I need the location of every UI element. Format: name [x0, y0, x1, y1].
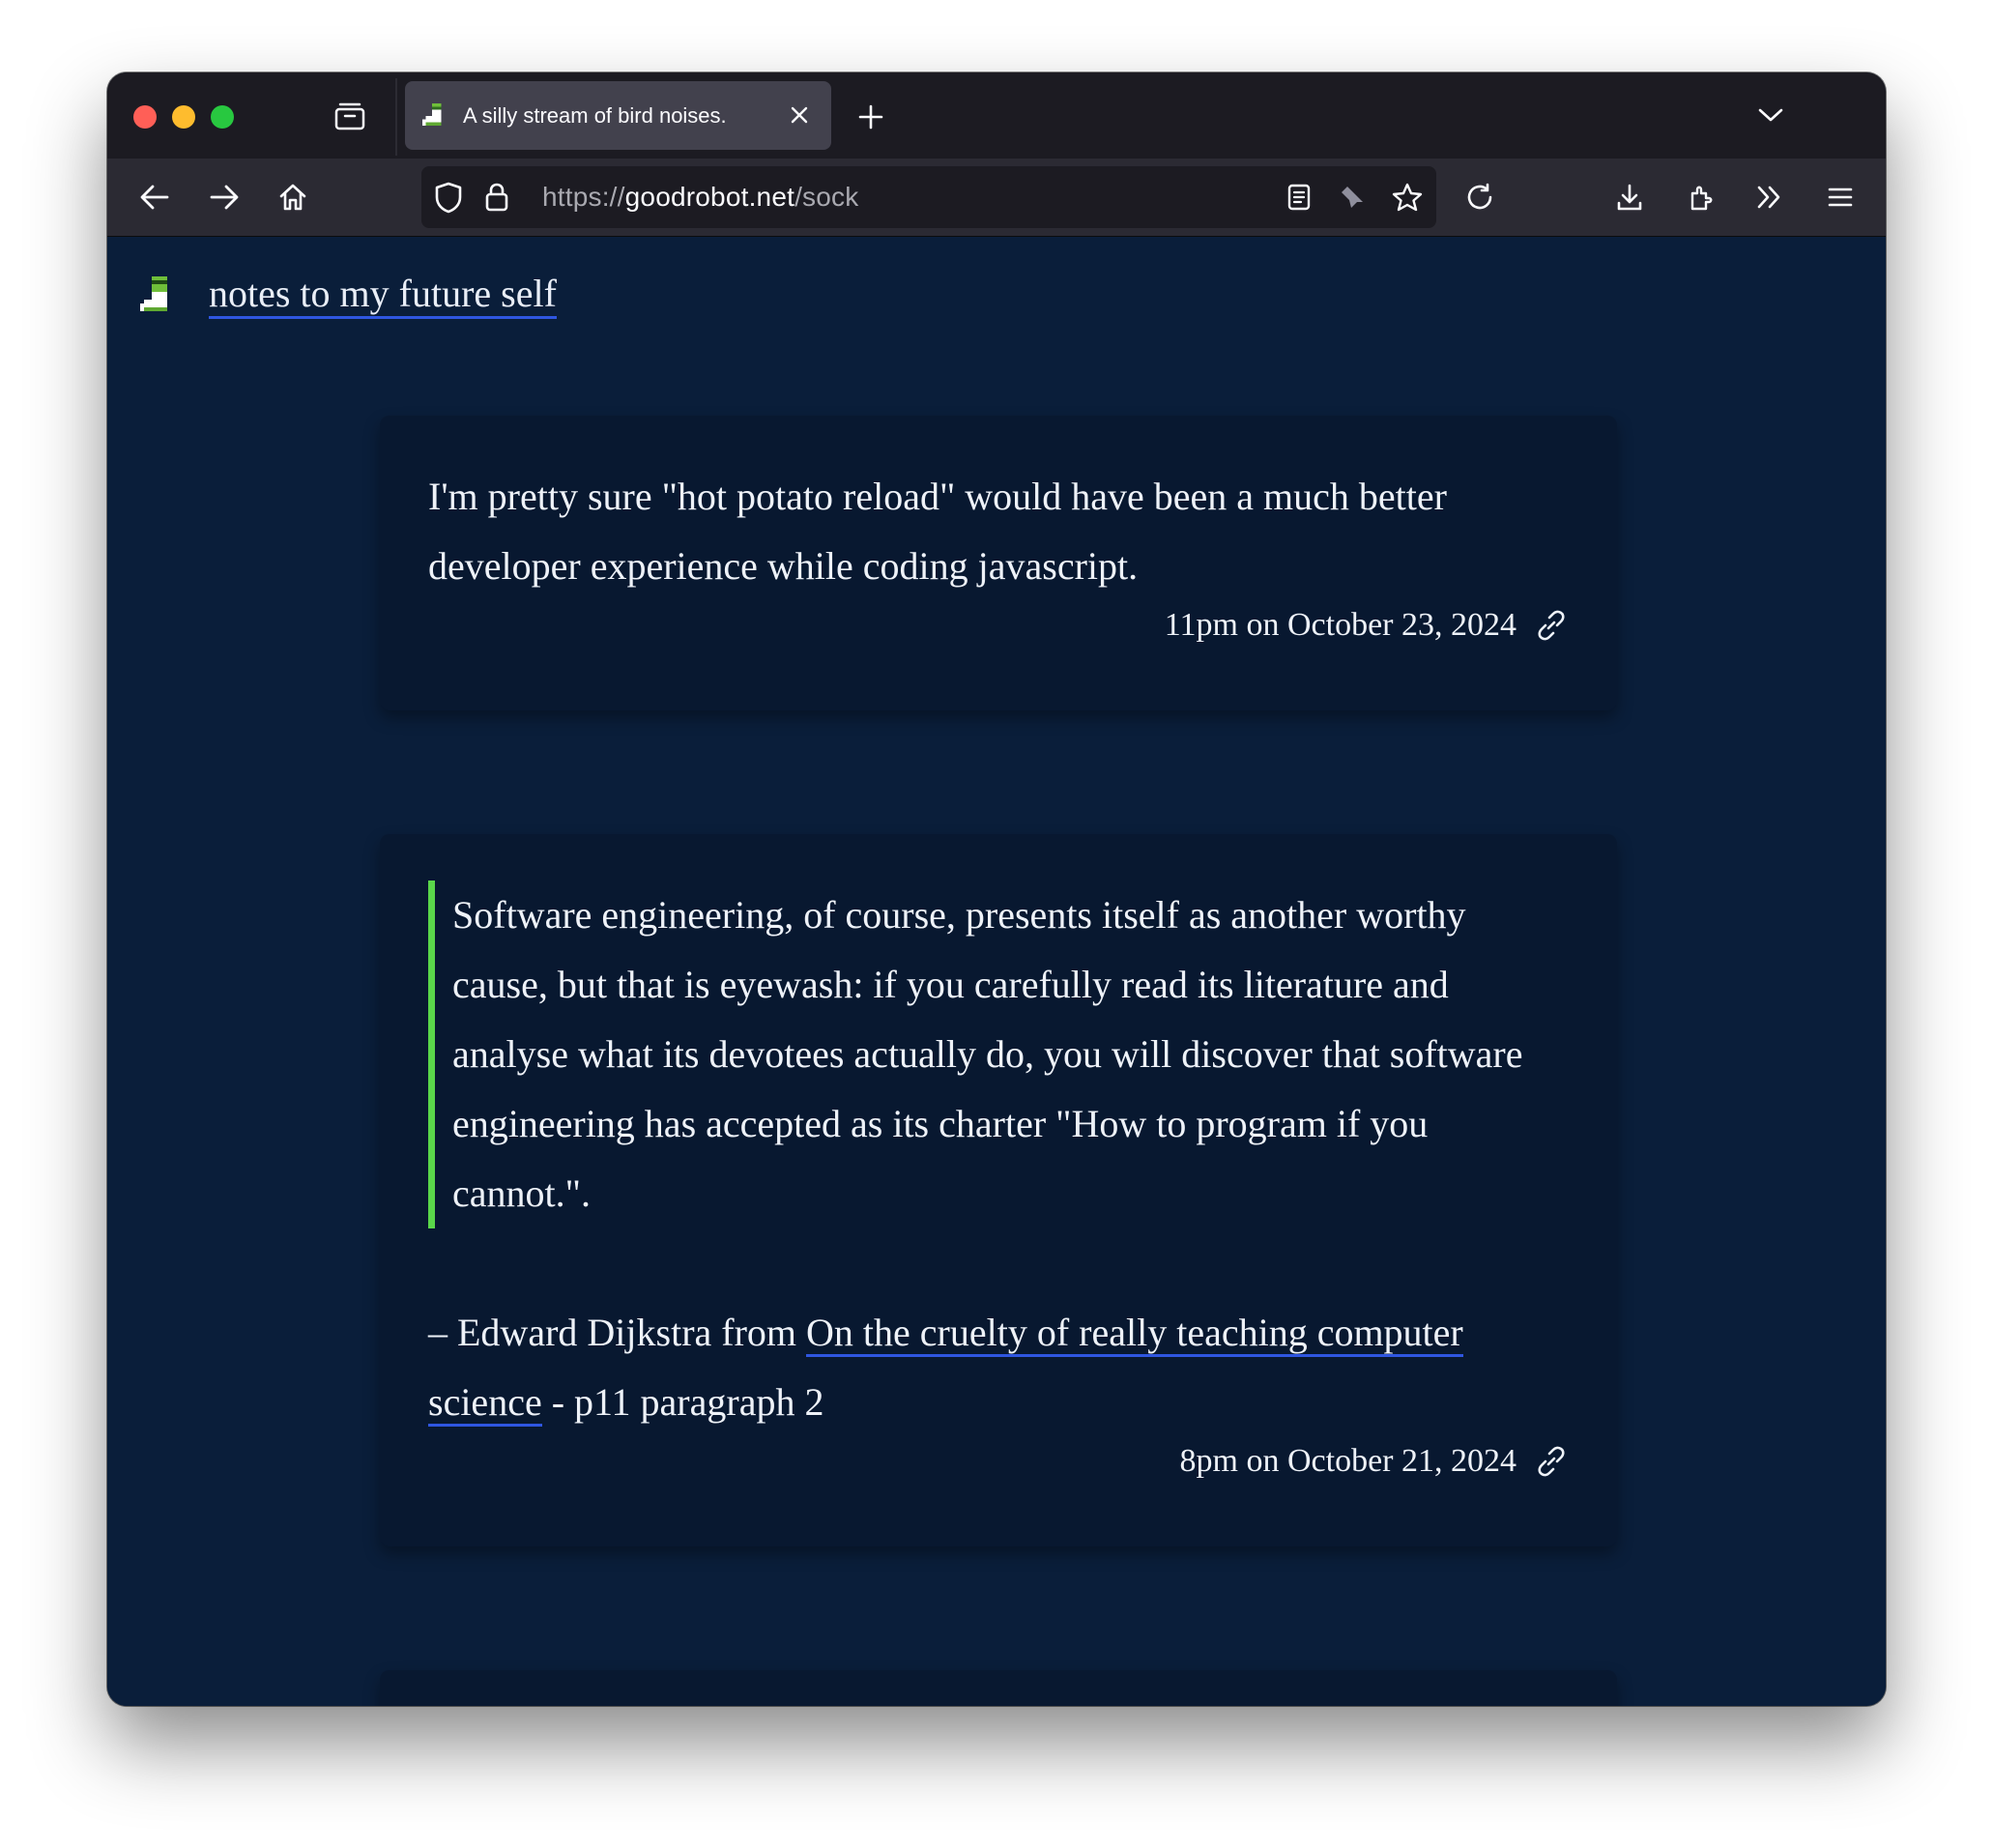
page-content: notes to my future self I'm pretty sure …: [107, 237, 1886, 1706]
puzzle-icon[interactable]: [1683, 178, 1721, 217]
url-host: goodrobot.net: [624, 182, 795, 212]
post-card: I'm pretty sure "hot potato reload" woul…: [380, 416, 1617, 710]
tab-separator: [395, 78, 397, 156]
post-text: I'm pretty sure "hot potato reload" woul…: [428, 475, 1447, 588]
star-icon[interactable]: [1390, 180, 1425, 215]
back-arrow-icon[interactable]: [135, 178, 174, 217]
link-icon[interactable]: [1534, 1444, 1569, 1479]
forward-arrow-icon[interactable]: [205, 178, 244, 217]
pin-icon[interactable]: [1335, 180, 1370, 215]
blockquote: Software engineering, of course, present…: [428, 881, 1569, 1228]
post-meta: 8pm on October 21, 2024: [428, 1443, 1569, 1480]
sock-favicon-icon: [422, 102, 442, 126]
quote-text: Software engineering, of course, present…: [452, 893, 1523, 1215]
link-icon[interactable]: [1534, 608, 1569, 643]
zoom-window-button[interactable]: [211, 105, 234, 129]
reader-view-icon[interactable]: [1282, 180, 1316, 215]
url-text[interactable]: https://goodrobot.net/sock: [542, 182, 858, 213]
sock-logo-icon[interactable]: [139, 275, 172, 315]
site-title-link[interactable]: notes to my future self: [209, 272, 557, 319]
hamburger-icon[interactable]: [1821, 178, 1860, 217]
url-scheme: https://: [542, 182, 625, 212]
lock-icon[interactable]: [479, 180, 514, 215]
quote-attribution: – Edward Dijkstra from On the cruelty of…: [428, 1298, 1569, 1437]
home-icon[interactable]: [274, 178, 312, 217]
download-icon[interactable]: [1610, 178, 1649, 217]
tab-active[interactable]: A silly stream of bird noises.: [405, 81, 831, 150]
url-path: /sock: [794, 182, 859, 212]
chevron-down-icon[interactable]: [1755, 100, 1786, 130]
shield-icon[interactable]: [431, 180, 466, 215]
tab-title: A silly stream of bird noises.: [463, 102, 727, 128]
close-icon[interactable]: [785, 101, 814, 130]
plus-icon[interactable]: [855, 101, 886, 132]
post-card-partial: [380, 1670, 1617, 1706]
attribution-suffix: - p11 paragraph 2: [541, 1380, 824, 1424]
post-timestamp: 8pm on October 21, 2024: [1179, 1443, 1516, 1479]
site-header: notes to my future self: [139, 272, 557, 319]
tab-overview-icon[interactable]: [333, 101, 366, 130]
navigation-bar: https://goodrobot.net/sock: [107, 159, 1886, 237]
tab-bar: A silly stream of bird noises.: [107, 72, 1886, 159]
browser-window: A silly stream of bird noises. https://g…: [107, 72, 1886, 1706]
post-card: Software engineering, of course, present…: [380, 834, 1617, 1546]
attribution-prefix: – Edward Dijkstra from: [428, 1311, 807, 1354]
minimize-window-button[interactable]: [172, 105, 195, 129]
reload-icon[interactable]: [1460, 178, 1499, 217]
double-chevron-icon[interactable]: [1750, 178, 1789, 217]
close-window-button[interactable]: [133, 105, 157, 129]
post-meta: 11pm on October 23, 2024: [428, 607, 1569, 644]
post-timestamp: 11pm on October 23, 2024: [1164, 607, 1516, 643]
url-bar[interactable]: https://goodrobot.net/sock: [421, 166, 1436, 228]
